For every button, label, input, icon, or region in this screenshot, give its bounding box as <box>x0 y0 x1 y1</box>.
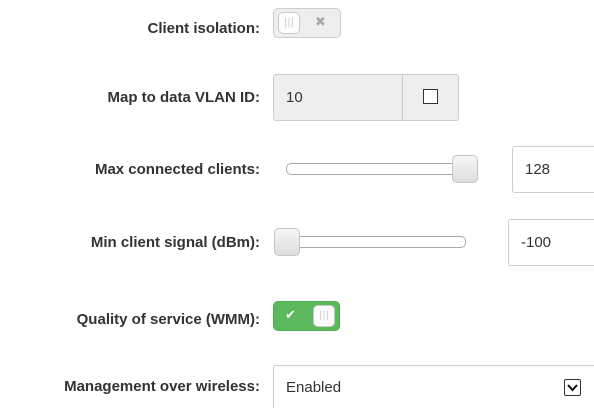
min-signal-slider-track[interactable] <box>274 236 466 248</box>
max-clients-input[interactable]: 128 <box>512 146 594 193</box>
management-label: Management over wireless: <box>64 378 260 395</box>
min-signal-label: Min client signal (dBm): <box>90 234 260 251</box>
wmm-label: Quality of service (WMM): <box>76 311 260 328</box>
vlan-input-group: 10 <box>273 74 459 121</box>
client-isolation-toggle[interactable]: ||| ✖ <box>273 8 341 38</box>
toggle-knob-grip-icon: ||| <box>278 12 300 34</box>
chevron-down-icon[interactable] <box>564 379 581 396</box>
max-clients-slider-handle[interactable] <box>452 155 478 183</box>
management-select-value: Enabled <box>286 379 342 396</box>
close-icon: ✖ <box>315 15 326 30</box>
management-select[interactable]: Enabled <box>273 365 594 408</box>
min-signal-input[interactable]: -100 <box>508 219 594 266</box>
min-signal-slider-handle[interactable] <box>274 228 300 256</box>
vlan-id-input[interactable]: 10 <box>274 75 402 120</box>
wmm-toggle[interactable]: ✔ ||| <box>273 301 340 331</box>
vlan-enable-checkbox[interactable] <box>423 89 438 104</box>
toggle-knob-grip-icon: ||| <box>313 305 335 327</box>
max-clients-slider-track[interactable] <box>286 163 478 175</box>
vlan-addon <box>402 75 458 120</box>
check-icon: ✔ <box>285 308 296 323</box>
client-isolation-label: Client isolation: <box>147 20 261 37</box>
vlan-label: Map to data VLAN ID: <box>107 89 261 106</box>
max-clients-label: Max connected clients: <box>94 161 260 178</box>
